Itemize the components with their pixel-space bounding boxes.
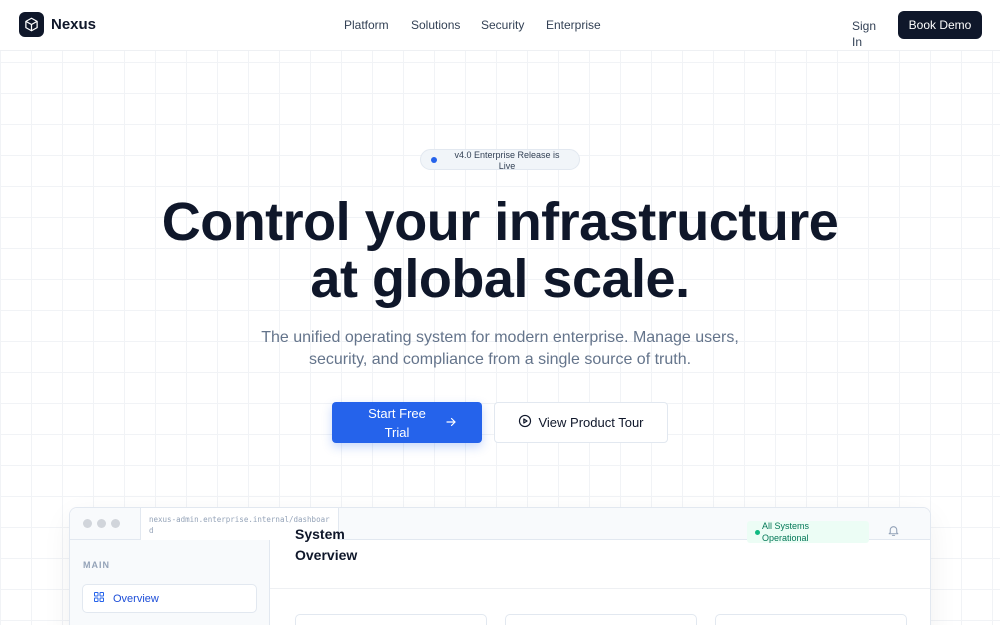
status-dot-icon xyxy=(755,530,760,535)
hero-subtitle: The unified operating system for modern … xyxy=(261,329,739,368)
nav-link-platform[interactable]: Platform xyxy=(344,18,389,32)
start-free-trial-button[interactable]: Start Free Trial xyxy=(332,402,482,443)
stat-card xyxy=(715,614,907,625)
window-minimize-dot xyxy=(97,519,106,528)
cube-icon xyxy=(19,12,44,37)
sidebar-item-overview[interactable]: Overview xyxy=(82,584,257,613)
stat-card xyxy=(505,614,697,625)
start-free-trial-label: Start Free Trial xyxy=(368,406,426,440)
nav-link-enterprise[interactable]: Enterprise xyxy=(546,18,601,32)
window-close-dot xyxy=(83,519,92,528)
status-badge: All Systems Operational xyxy=(747,521,869,543)
hero-title-line-1: Control your infrastructure xyxy=(161,192,839,252)
window-maximize-dot xyxy=(111,519,120,528)
preview-sidebar: MAIN Overview xyxy=(70,540,270,625)
arrow-right-icon xyxy=(445,416,457,431)
play-circle-icon xyxy=(518,414,532,431)
bell-icon[interactable] xyxy=(887,524,900,542)
sign-in-link[interactable]: Sign In xyxy=(852,18,880,50)
nav-link-security[interactable]: Security xyxy=(481,18,524,32)
brand-name: Nexus xyxy=(51,16,97,33)
view-product-tour-button[interactable]: View Product Tour xyxy=(494,402,668,443)
main-header-divider xyxy=(270,588,930,589)
release-badge-text: v4.0 Enterprise Release is Live xyxy=(454,150,560,171)
main-title: System Overview xyxy=(295,526,358,563)
dashboard-preview: nexus-admin.enterprise.internal/dashboar… xyxy=(69,507,931,625)
nav-link-solutions[interactable]: Solutions xyxy=(411,18,460,32)
brand-logo[interactable]: Nexus xyxy=(19,12,96,37)
hero-title-line-2: at global scale. xyxy=(310,249,690,309)
book-demo-button[interactable]: Book Demo xyxy=(898,11,982,39)
live-dot-icon xyxy=(431,157,437,163)
grid-icon xyxy=(93,590,105,608)
sidebar-item-label: Overview xyxy=(113,592,159,605)
sidebar-section-heading: MAIN xyxy=(83,560,110,570)
view-product-tour-label: View Product Tour xyxy=(538,415,644,430)
status-text: All Systems Operational xyxy=(762,521,810,543)
stat-card xyxy=(295,614,487,625)
hero-title: Control your infrastructure at global sc… xyxy=(0,194,1000,308)
release-badge[interactable]: v4.0 Enterprise Release is Live xyxy=(420,149,580,171)
top-navbar: Nexus Platform Solutions Security Enterp… xyxy=(0,0,1000,51)
